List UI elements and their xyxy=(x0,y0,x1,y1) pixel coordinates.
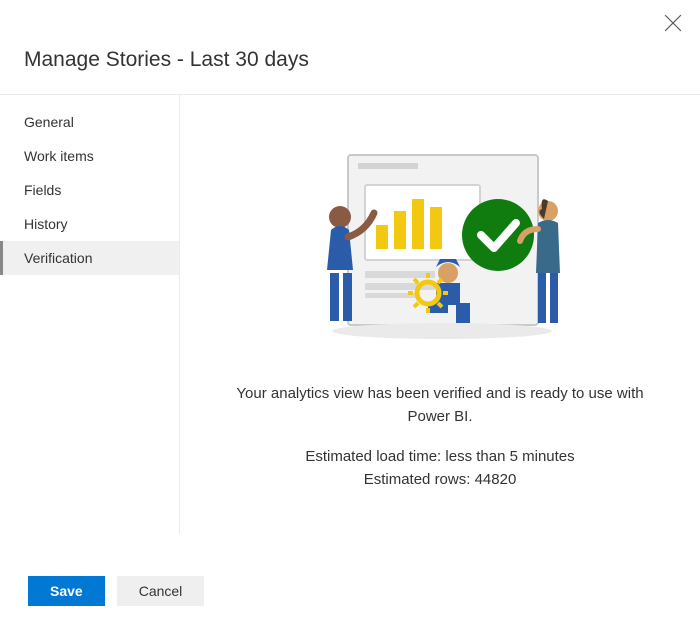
dialog-title: Manage Stories - Last 30 days xyxy=(0,0,700,94)
save-button[interactable]: Save xyxy=(28,576,105,606)
estimated-stats: Estimated load time: less than 5 minutes… xyxy=(220,446,660,491)
estimated-rows: Estimated rows: 44820 xyxy=(220,469,660,492)
sidebar-item-fields[interactable]: Fields xyxy=(0,173,179,207)
dialog-body: General Work items Fields History Verifi… xyxy=(0,94,700,534)
sidebar-item-verification[interactable]: Verification xyxy=(0,241,179,275)
verification-message: Your analytics view has been verified an… xyxy=(220,383,660,428)
sidebar-item-history[interactable]: History xyxy=(0,207,179,241)
sidebar: General Work items Fields History Verifi… xyxy=(0,95,180,534)
sidebar-item-general[interactable]: General xyxy=(0,105,179,139)
verification-illustration xyxy=(310,145,570,345)
estimated-load-time: Estimated load time: less than 5 minutes xyxy=(220,446,660,469)
main-panel: Your analytics view has been verified an… xyxy=(180,95,700,534)
sidebar-item-work-items[interactable]: Work items xyxy=(0,139,179,173)
dialog-footer: Save Cancel xyxy=(28,576,204,606)
close-icon[interactable] xyxy=(664,14,682,32)
verification-message-block: Your analytics view has been verified an… xyxy=(220,383,660,491)
cancel-button[interactable]: Cancel xyxy=(117,576,205,606)
